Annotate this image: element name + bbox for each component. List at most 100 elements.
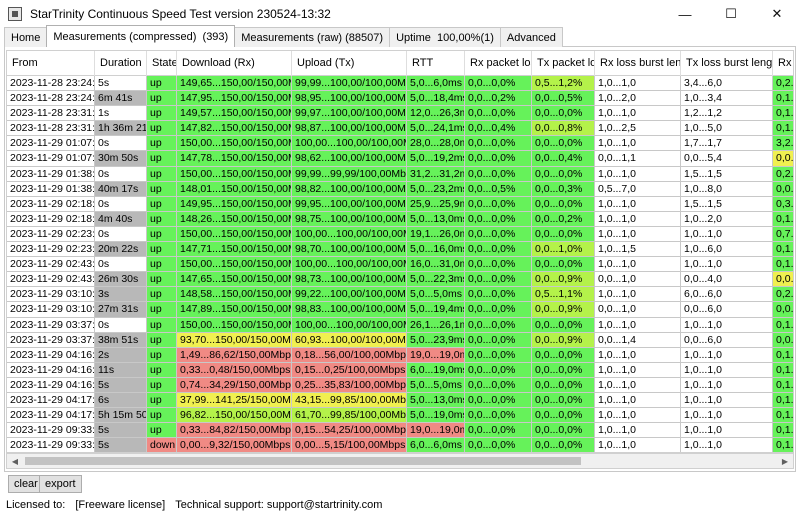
cell-state: down (147, 438, 177, 452)
table-row[interactable]: 2023-11-28 23:24:256m 41sup147,95...150,… (7, 91, 793, 107)
table-row[interactable]: 2023-11-29 01:07:300sup150,00...150,00/1… (7, 136, 793, 152)
cell-rx-i: 3,2... (773, 136, 793, 152)
column-header-download[interactable]: Download (Rx) (177, 51, 292, 76)
cell-rx-packet-loss: 0,0...0,2% (465, 91, 532, 107)
table-row[interactable]: 2023-11-29 02:23:2320m 22sup147,71...150… (7, 242, 793, 258)
cell-state: up (147, 257, 177, 273)
cell-state: up (147, 408, 177, 424)
table-row[interactable]: 2023-11-29 04:17:036sup37,99...141,25/15… (7, 392, 793, 409)
cell-download: 147,82...150,00/150,00Mbps (177, 121, 292, 137)
table-row[interactable]: 2023-11-29 04:16:432sup1,49...86,62/150,… (7, 347, 793, 363)
cell-duration: 0s (95, 136, 147, 152)
table-row[interactable]: 2023-11-29 04:17:105h 15m 50sup96,82...1… (7, 408, 793, 424)
cell-duration: 3s (95, 287, 147, 303)
cell-state: up (147, 106, 177, 122)
table-row[interactable]: 2023-11-29 01:38:2240m 17sup148,01...150… (7, 181, 793, 197)
tab-measurements-compressed[interactable]: Measurements (compressed) (393) (46, 25, 236, 47)
cell-tx-loss-burst: 1,0...1,0 (681, 362, 773, 378)
column-header-duration[interactable]: Duration (95, 51, 147, 76)
cell-from: 2023-11-29 04:16:58 (7, 377, 95, 393)
table-row[interactable]: 2023-11-29 02:18:400sup149,95...150,00/1… (7, 196, 793, 212)
cell-duration: 0s (95, 166, 147, 182)
table-row[interactable]: 2023-11-29 09:33:065sdown0,00...9,32/150… (7, 438, 793, 452)
scrollbar-thumb[interactable] (25, 457, 581, 465)
table-row[interactable]: 2023-11-29 03:37:520sup150,00...150,00/1… (7, 317, 793, 333)
table-row[interactable]: 2023-11-28 23:31:081h 36m 21sup147,82...… (7, 121, 793, 137)
cell-tx-packet-loss: 0,0...0,0% (532, 438, 595, 452)
app-icon (8, 7, 22, 21)
cell-rx-i: 0,1... (773, 362, 793, 378)
cell-rx-i: 0,1... (773, 377, 793, 393)
table-row[interactable]: 2023-11-29 04:16:585sup0,74...34,29/150,… (7, 377, 793, 393)
cell-rx-packet-loss: 0,0...0,0% (465, 257, 532, 273)
cell-rx-packet-loss: 0,0...0,0% (465, 76, 532, 92)
grid-header: From Duration State Download (Rx) Upload… (7, 51, 793, 76)
export-button[interactable]: export (39, 475, 82, 493)
column-header-rx-packet-loss[interactable]: Rx packet loss (465, 51, 532, 76)
cell-from: 2023-11-28 23:31:07 (7, 106, 95, 122)
cell-download: 96,82...150,00/150,00Mbps (177, 408, 292, 424)
table-row[interactable]: 2023-11-29 03:37:5238m 51sup93,70...150,… (7, 332, 793, 348)
table-row[interactable]: 2023-11-29 02:43:4626m 30sup147,65...150… (7, 272, 793, 288)
tab-label: Uptime (396, 31, 431, 44)
table-row[interactable]: 2023-11-29 02:23:220sup150,00...150,00/1… (7, 226, 793, 243)
cell-download: 147,65...150,00/150,00Mbps (177, 272, 292, 288)
column-header-rx-loss-burst[interactable]: Rx loss burst length (595, 51, 681, 76)
cell-tx-packet-loss: 0,0...0,0% (532, 166, 595, 182)
tab-advanced[interactable]: Advanced (499, 27, 563, 47)
cell-rx-loss-burst: 1,0...1,0 (595, 106, 681, 122)
cell-rx-i: 0,7... (773, 226, 793, 243)
column-header-upload[interactable]: Upload (Tx) (292, 51, 407, 76)
column-header-tx-packet-loss[interactable]: Tx packet loss (532, 51, 595, 76)
cell-download: 149,57...150,00/150,00Mbps (177, 106, 292, 122)
cell-rx-packet-loss: 0,0...0,0% (465, 106, 532, 122)
cell-state: up (147, 151, 177, 167)
cell-upload: 100,00...100,00/100,00Mbps (292, 317, 407, 333)
scroll-right-arrow-icon[interactable]: ▶ (777, 454, 793, 468)
cell-duration: 2s (95, 347, 147, 363)
cell-tx-loss-burst: 1,0...1,0 (681, 377, 773, 393)
table-row[interactable]: 2023-11-28 23:24:195sup149,65...150,00/1… (7, 76, 793, 92)
cell-rx-packet-loss: 0,0...0,0% (465, 287, 532, 303)
minimize-button[interactable]: — (662, 0, 708, 28)
column-header-state[interactable]: State (147, 51, 177, 76)
table-row[interactable]: 2023-11-29 04:16:4611sup0,33...0,48/150,… (7, 362, 793, 378)
cell-rx-loss-burst: 1,0...1,0 (595, 347, 681, 363)
tab-home[interactable]: Home (4, 27, 48, 47)
table-row[interactable]: 2023-11-28 23:31:071sup149,57...150,00/1… (7, 106, 793, 122)
table-row[interactable]: 2023-11-29 03:10:163sup148,58...150,00/1… (7, 287, 793, 303)
cell-tx-packet-loss: 0,0...0,9% (532, 332, 595, 348)
cell-rx-i: 0,1... (773, 106, 793, 122)
table-row[interactable]: 2023-11-29 09:33:015sup0,33...84,82/150,… (7, 423, 793, 439)
table-row[interactable]: 2023-11-29 02:43:450sup150,00...150,00/1… (7, 257, 793, 273)
table-row[interactable]: 2023-11-29 03:10:2027m 31sup147,89...150… (7, 302, 793, 318)
cell-tx-loss-burst: 1,0...1,0 (681, 392, 773, 409)
cell-from: 2023-11-29 02:18:40 (7, 196, 95, 212)
tab-uptime[interactable]: Uptime 100,00%(1) (389, 27, 501, 47)
cell-rx-i: 0,3... (773, 196, 793, 212)
table-row[interactable]: 2023-11-29 02:18:414m 40sup148,26...150,… (7, 211, 793, 227)
close-button[interactable]: ✕ (754, 0, 800, 28)
cell-tx-packet-loss: 0,0...0,0% (532, 423, 595, 439)
cell-from: 2023-11-28 23:31:08 (7, 121, 95, 137)
table-row[interactable]: 2023-11-29 01:07:3030m 50sup147,78...150… (7, 151, 793, 167)
cell-rx-loss-burst: 0,0...1,0 (595, 272, 681, 288)
cell-rtt: 5,0...6,0ms (407, 76, 465, 92)
column-header-rx-i[interactable]: Rx i (773, 51, 793, 76)
cell-duration: 4m 40s (95, 211, 147, 227)
column-header-tx-loss-burst[interactable]: Tx loss burst length (681, 51, 773, 76)
maximize-button[interactable]: ☐ (708, 0, 754, 28)
scroll-left-arrow-icon[interactable]: ◀ (7, 454, 23, 468)
column-header-rtt[interactable]: RTT (407, 51, 465, 76)
table-row[interactable]: 2023-11-29 01:38:210sup150,00...150,00/1… (7, 166, 793, 182)
cell-rtt: 25,9...25,9ms (407, 196, 465, 212)
tab-measurements-raw[interactable]: Measurements (raw) (88507) (234, 27, 391, 47)
horizontal-scrollbar[interactable]: ◀ ▶ (6, 453, 794, 469)
cell-tx-packet-loss: 0,0...0,4% (532, 151, 595, 167)
cell-rtt: 5,0...23,2ms (407, 181, 465, 197)
cell-tx-packet-loss: 0,0...0,0% (532, 317, 595, 333)
cell-download: 150,00...150,00/150,00Mbps (177, 226, 292, 243)
column-header-from[interactable]: From (7, 51, 95, 76)
measurements-grid[interactable]: From Duration State Download (Rx) Upload… (6, 50, 794, 453)
cell-rx-loss-burst: 1,0...1,0 (595, 257, 681, 273)
